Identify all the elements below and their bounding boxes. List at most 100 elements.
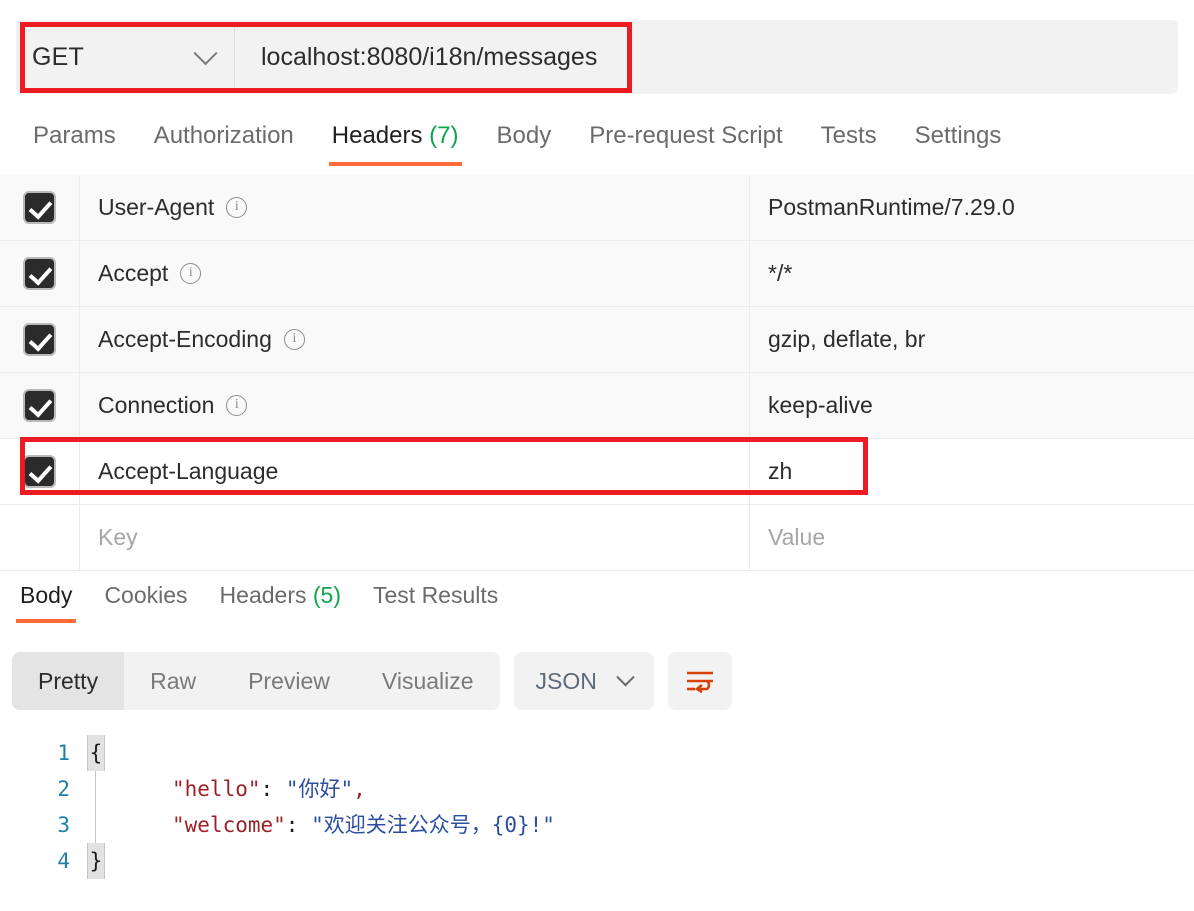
header-key-cell[interactable]: Accept-Language [80,439,750,504]
close-brace: } [87,843,105,879]
code-fold-gutter[interactable]: } [84,843,120,879]
header-key-cell[interactable]: Connection i [80,373,750,438]
line-number: 2 [57,777,70,801]
tab-authorization-label: Authorization [153,122,294,149]
checkbox-checked-icon[interactable] [23,257,56,290]
row-checkbox-cell[interactable] [0,241,80,306]
word-wrap-button[interactable] [667,652,732,710]
header-key-text: Accept [98,260,169,286]
view-mode-preview[interactable]: Preview [222,652,356,710]
header-key-cell[interactable]: User-Agent i [80,175,750,240]
json-comma: , [353,777,366,801]
table-row[interactable]: Accept i */* [0,241,1194,307]
checkbox-checked-icon[interactable] [23,323,56,356]
code-line: 4 } [0,843,1194,879]
chevron-down-icon [193,40,218,65]
table-row[interactable]: User-Agent i PostmanRuntime/7.29.0 [0,175,1194,241]
chevron-down-icon [616,667,635,686]
language-dropdown[interactable]: JSON [513,652,654,710]
line-number: 4 [57,849,70,873]
tab-tests[interactable]: Tests [802,112,896,166]
header-key-text: Accept-Language [98,458,279,484]
json-colon: : [260,777,286,801]
language-dropdown-label: JSON [535,667,597,694]
info-icon[interactable]: i [283,329,305,350]
checkbox-checked-icon[interactable] [23,389,56,422]
tab-tests-label: Tests [820,122,877,149]
response-tab-body-label: Body [20,582,73,608]
view-mode-pretty[interactable]: Pretty [12,652,125,710]
json-key: "hello" [172,777,261,801]
request-url-input[interactable]: localhost:8080/i18n/messages [235,20,1178,94]
tab-body[interactable]: Body [478,112,571,166]
header-value-cell[interactable]: zh [750,439,1194,504]
tab-settings[interactable]: Settings [896,112,1021,166]
tab-headers-label: Headers [331,122,423,149]
response-tab-headers-label: Headers [219,582,307,608]
header-value-cell[interactable]: */* [750,241,1194,306]
header-key-cell[interactable]: Accept i [80,241,750,306]
headers-table: User-Agent i PostmanRuntime/7.29.0 Accep… [0,175,1194,571]
header-value-cell[interactable]: keep-alive [750,373,1194,438]
row-checkbox-cell[interactable] [0,373,80,438]
response-tab-cookies[interactable]: Cookies [88,578,203,623]
code-text: "hello": "你好", [120,771,366,807]
table-row-empty[interactable]: Key Value [0,505,1194,571]
response-tab-headers[interactable]: Headers (5) [204,578,357,623]
tab-params-label: Params [33,122,116,149]
row-checkbox-cell[interactable] [0,439,80,504]
response-tab-cookies-label: Cookies [104,582,188,608]
header-value-cell[interactable]: gzip, deflate, br [750,307,1194,372]
request-url-bar: GET localhost:8080/i18n/messages [16,20,1178,94]
table-row[interactable]: Accept-Encoding i gzip, deflate, br [0,307,1194,373]
row-checkbox-cell[interactable] [0,175,80,240]
json-colon: : [285,813,312,837]
response-body-code: 1 { 2 "hello": "你好", 3 "welcome": "欢迎关注公… [0,735,1194,879]
checkbox-checked-icon[interactable] [23,455,56,488]
http-method-label: GET [32,42,84,71]
info-icon[interactable]: i [226,395,248,416]
request-tab-bar: Params Authorization Headers (7) Body Pr… [0,112,1194,174]
view-mode-raw[interactable]: Raw [124,652,222,710]
code-line: 1 { [0,735,1194,771]
info-icon[interactable]: i [180,263,202,284]
http-method-selector[interactable]: GET [16,20,234,94]
new-header-value-input[interactable]: Value [750,505,1194,570]
code-fold-gutter[interactable]: { [84,735,120,771]
response-tab-headers-count: (5) [312,582,341,608]
tab-headers[interactable]: Headers (7) [313,112,478,166]
tab-params[interactable]: Params [14,112,135,166]
tab-pre-request-script-label: Pre-request Script [589,122,783,149]
json-string-value: "欢迎关注公众号，{0}!" [311,813,555,837]
line-number: 1 [57,741,70,765]
view-mode-visualize[interactable]: Visualize [356,652,500,710]
indent-guide [95,807,96,843]
view-mode-segmented-control: Pretty Raw Preview Visualize [12,652,500,710]
checkbox-checked-icon[interactable] [23,191,56,224]
row-checkbox-cell[interactable] [0,505,80,570]
open-brace: { [87,735,105,771]
response-tab-bar: Body Cookies Headers (5) Test Results [0,578,1194,634]
table-row[interactable]: Connection i keep-alive [0,373,1194,439]
line-number: 3 [57,813,70,837]
header-key-cell[interactable]: Accept-Encoding i [80,307,750,372]
tab-settings-label: Settings [914,122,1002,149]
new-header-key-input[interactable]: Key [80,505,750,570]
response-tab-test-results-label: Test Results [373,582,499,608]
indent-guide [95,771,96,807]
tab-headers-count: (7) [429,122,459,149]
response-tab-body[interactable]: Body [4,578,88,623]
tab-pre-request-script[interactable]: Pre-request Script [570,112,801,166]
response-tab-test-results[interactable]: Test Results [357,578,514,623]
code-line: 2 "hello": "你好", [0,771,1194,807]
code-line: 3 "welcome": "欢迎关注公众号，{0}!" [0,807,1194,843]
tab-authorization[interactable]: Authorization [135,112,313,166]
json-key: "welcome" [172,813,286,837]
word-wrap-icon [686,671,713,694]
header-value-cell[interactable]: PostmanRuntime/7.29.0 [750,175,1194,240]
code-text: "welcome": "欢迎关注公众号，{0}!" [120,807,555,843]
info-icon[interactable]: i [226,197,248,218]
table-row-accept-language[interactable]: Accept-Language zh [0,439,1194,505]
tab-body-label: Body [496,122,552,149]
row-checkbox-cell[interactable] [0,307,80,372]
